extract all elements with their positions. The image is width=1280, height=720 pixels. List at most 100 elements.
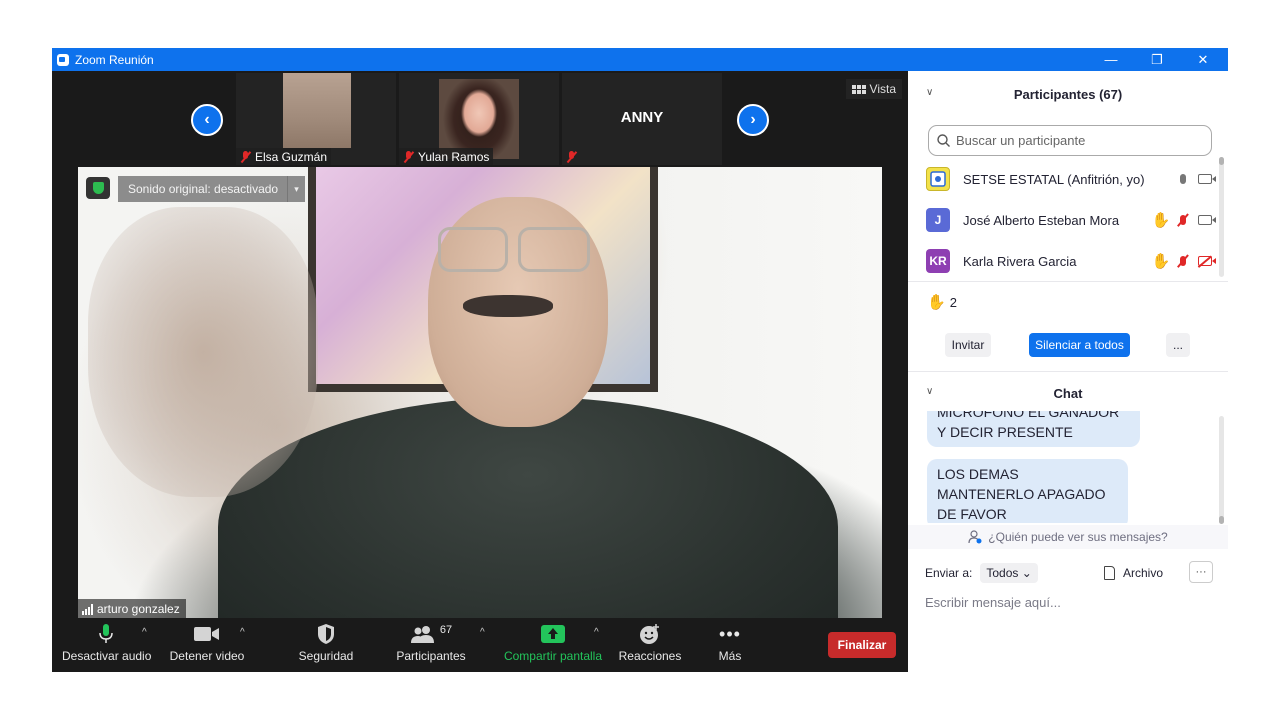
- side-panel: ∨ Participantes (67) Buscar un participa…: [908, 71, 1228, 672]
- participants-count: 67: [439, 624, 453, 636]
- mic-muted-icon: [566, 150, 577, 163]
- video-options-caret[interactable]: ^: [240, 627, 245, 638]
- video-tile-anny[interactable]: ANNY: [562, 73, 722, 165]
- participant-search-input[interactable]: Buscar un participante: [928, 125, 1212, 156]
- participants-scrollbar[interactable]: [1219, 157, 1224, 277]
- close-button[interactable]: ✕: [1180, 48, 1226, 71]
- search-icon: [937, 134, 950, 147]
- participant-row[interactable]: J José Alberto Esteban Mora ✋: [926, 205, 1216, 235]
- reactions-button[interactable]: Reacciones: [614, 622, 686, 663]
- zoom-app-icon: [57, 53, 69, 66]
- speaker-mustache: [463, 295, 553, 317]
- encryption-shield-icon[interactable]: [86, 177, 110, 199]
- reaction-smiley-icon: [614, 622, 686, 646]
- mute-audio-label: Desactivar audio: [62, 649, 152, 663]
- minimize-button[interactable]: —: [1088, 48, 1134, 71]
- window-title: Zoom Reunión: [75, 52, 154, 67]
- participants-options-caret[interactable]: ^: [480, 627, 485, 638]
- microphone-icon[interactable]: [1172, 169, 1194, 189]
- title-bar: Zoom Reunión — ❐ ✕: [52, 48, 1228, 71]
- grid-view-icon: [851, 84, 866, 94]
- more-button[interactable]: ••• Más: [700, 622, 760, 664]
- more-dots-icon: •••: [719, 623, 741, 644]
- chat-scrollbar[interactable]: [1219, 416, 1224, 524]
- chat-header: ∨ Chat: [908, 378, 1228, 408]
- view-button[interactable]: Vista: [845, 79, 902, 99]
- invite-button[interactable]: Invitar: [945, 333, 991, 357]
- file-label: Archivo: [1123, 566, 1164, 580]
- send-to-label: Enviar a:: [925, 566, 973, 580]
- raised-hands-summary: ✋ 2: [927, 293, 957, 311]
- recipient-dropdown[interactable]: Todos ⌄: [980, 563, 1038, 583]
- participant-name: Karla Rivera Garcia: [963, 253, 1077, 269]
- zoom-window: Zoom Reunión — ❐ ✕ ‹ Elsa Guzmán Yulan R…: [52, 48, 1228, 672]
- participant-row[interactable]: KR Karla Rivera Garcia ✋: [926, 246, 1216, 276]
- recipient-value: Todos: [986, 566, 1019, 580]
- share-screen-button[interactable]: Compartir pantalla: [500, 622, 606, 663]
- shield-icon: [292, 622, 360, 646]
- speaker-name: arturo gonzalez: [97, 602, 180, 616]
- tile-name: Elsa Guzmán: [255, 149, 328, 164]
- more-label: Más: [718, 649, 742, 663]
- waving-hand: [88, 207, 318, 497]
- collapse-chevron-icon[interactable]: ∨: [926, 386, 933, 397]
- video-off-icon[interactable]: [1194, 251, 1216, 271]
- search-placeholder: Buscar un participante: [956, 133, 1086, 148]
- mute-all-button[interactable]: Silenciar a todos: [1029, 333, 1130, 357]
- divider: [908, 371, 1228, 372]
- participant-name: José Alberto Esteban Mora: [963, 212, 1120, 228]
- meeting-toolbar: Desactivar audio ^ Detener video ^ Segur…: [52, 618, 908, 672]
- microphone-icon: [62, 622, 150, 646]
- mute-audio-button[interactable]: Desactivar audio: [62, 622, 152, 663]
- participants-button[interactable]: 67 Participantes: [392, 622, 470, 663]
- tile-name-bar: Yulan Ramos: [399, 148, 494, 165]
- next-page-button[interactable]: ›: [737, 104, 769, 136]
- tile-name-large: ANNY: [620, 109, 664, 126]
- chat-messages[interactable]: MICROFONO EL GANADOR Y DECIR PRESENTE LO…: [908, 411, 1228, 523]
- stop-video-label: Detener video: [169, 649, 245, 663]
- end-meeting-button[interactable]: Finalizar: [828, 632, 896, 658]
- chat-message-input[interactable]: Escribir mensaje aquí...: [925, 591, 1215, 613]
- who-can-see-text: ¿Quién puede ver sus mensajes?: [988, 530, 1168, 544]
- tile-name-bar: Elsa Guzmán: [236, 148, 332, 165]
- participants-header: ∨ Participantes (67): [908, 79, 1228, 109]
- share-screen-label: Compartir pantalla: [503, 649, 603, 663]
- raised-hand-icon: ✋: [927, 294, 946, 311]
- avatar: KR: [926, 249, 950, 273]
- chat-more-button[interactable]: ···: [1189, 561, 1213, 583]
- chat-title: Chat: [1053, 385, 1083, 401]
- original-sound-button[interactable]: Sonido original: desactivado: [118, 176, 289, 202]
- who-can-see-link[interactable]: ¿Quién puede ver sus mensajes?: [908, 525, 1228, 549]
- participants-label: Participantes: [396, 649, 466, 663]
- mic-muted-icon[interactable]: [1172, 210, 1194, 230]
- mic-muted-icon[interactable]: [1172, 251, 1194, 271]
- security-button[interactable]: Seguridad: [292, 622, 360, 663]
- participants-more-button[interactable]: ...: [1166, 333, 1190, 357]
- stop-video-button[interactable]: Detener video: [166, 622, 248, 663]
- security-label: Seguridad: [298, 649, 354, 663]
- file-button[interactable]: Archivo: [1104, 563, 1163, 583]
- participants-icon: 67: [392, 622, 470, 646]
- chat-message: LOS DEMAS MANTENERLO APAGADO DE FAVOR: [927, 459, 1128, 523]
- glasses-right: [518, 227, 590, 272]
- video-tile-elsa[interactable]: Elsa Guzmán: [236, 73, 396, 165]
- send-to-row: Enviar a: Todos ⌄: [925, 561, 1038, 585]
- prev-page-button[interactable]: ‹: [191, 104, 223, 136]
- participant-row[interactable]: SETSE ESTATAL (Anfitrión, yo): [926, 164, 1216, 194]
- original-sound-dropdown[interactable]: ▾: [287, 176, 305, 202]
- reactions-label: Reacciones: [618, 649, 682, 663]
- restore-button[interactable]: ❐: [1134, 48, 1180, 71]
- file-icon: [1104, 566, 1115, 580]
- share-options-caret[interactable]: ^: [594, 627, 599, 638]
- audio-options-caret[interactable]: ^: [142, 627, 147, 638]
- active-speaker-video: Sonido original: desactivado ▾ arturo go…: [78, 167, 882, 619]
- collapse-chevron-icon[interactable]: ∨: [926, 87, 933, 98]
- view-label: Vista: [869, 82, 896, 96]
- video-camera-icon[interactable]: [1194, 210, 1216, 230]
- tile-name: Yulan Ramos: [418, 149, 490, 164]
- video-camera-icon[interactable]: [1194, 169, 1216, 189]
- raised-hand-icon: ✋: [1151, 253, 1171, 270]
- chevron-down-icon: ⌄: [1021, 566, 1032, 580]
- video-tile-yulan[interactable]: Yulan Ramos: [399, 73, 559, 165]
- tile-name-bar: [562, 148, 581, 165]
